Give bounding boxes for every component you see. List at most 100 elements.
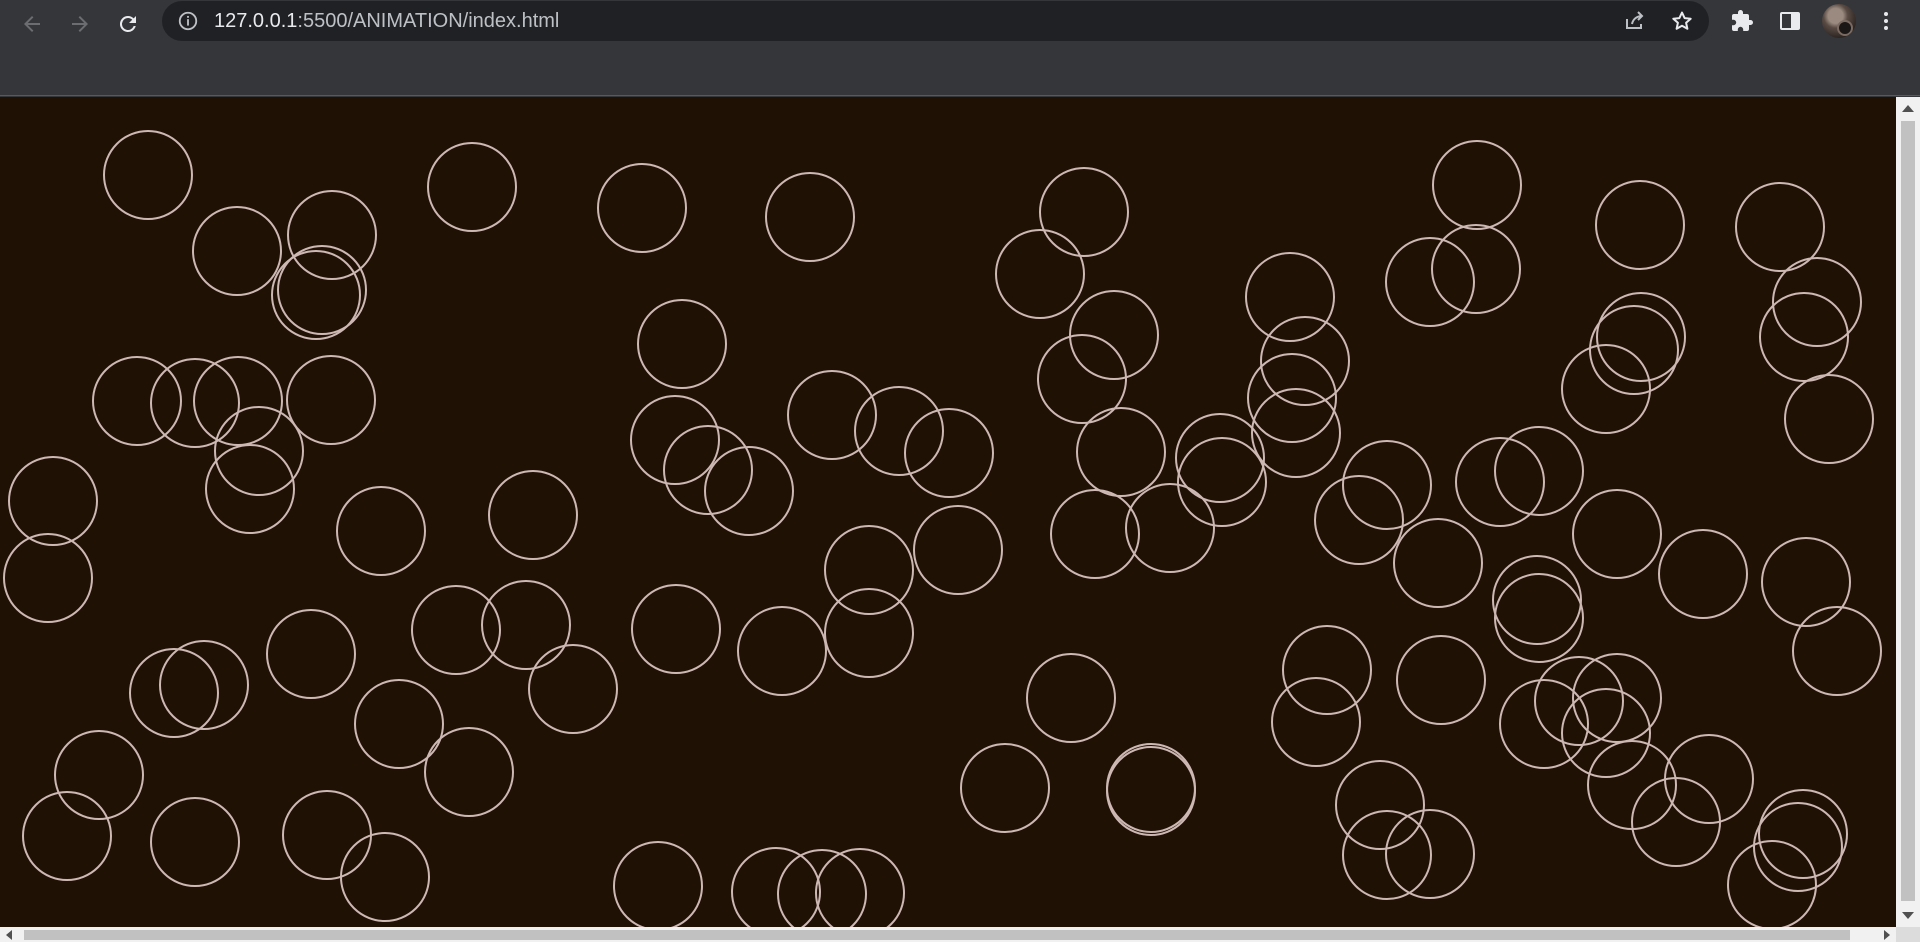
- animated-circle: [427, 142, 517, 232]
- side-panel-button[interactable]: [1776, 7, 1804, 35]
- animated-circle: [1245, 252, 1335, 342]
- animated-circle: [1595, 180, 1685, 270]
- scroll-right-icon[interactable]: [1884, 930, 1890, 940]
- animated-circle: [995, 229, 1085, 319]
- vertical-scroll-thumb[interactable]: [1901, 121, 1915, 901]
- animated-circle: [1106, 743, 1196, 833]
- animated-circle: [1026, 653, 1116, 743]
- animated-circle: [336, 486, 426, 576]
- animated-circle: [1761, 537, 1851, 627]
- animated-circle: [1759, 292, 1849, 382]
- scroll-up-icon[interactable]: [1902, 105, 1914, 112]
- animated-circle: [192, 206, 282, 296]
- horizontal-scrollbar[interactable]: [0, 927, 1896, 942]
- horizontal-scroll-thumb[interactable]: [24, 930, 1850, 940]
- address-bar[interactable]: 127.0.0.1:5500/ANIMATION/index.html: [162, 1, 1709, 41]
- animated-circle: [1727, 840, 1817, 927]
- animated-circle: [737, 606, 827, 696]
- animated-circle: [631, 584, 721, 674]
- reload-button[interactable]: [108, 4, 148, 44]
- animated-circle: [787, 370, 877, 460]
- animated-circle: [481, 580, 571, 670]
- animated-circle: [1396, 635, 1486, 725]
- animated-circle: [528, 644, 618, 734]
- animated-circle: [731, 847, 821, 927]
- animated-circle: [1492, 555, 1582, 645]
- star-icon[interactable]: [1670, 9, 1694, 33]
- menu-button[interactable]: [1872, 7, 1900, 35]
- animated-circle: [1393, 518, 1483, 608]
- arrow-right-icon: [72, 16, 88, 32]
- animated-circle: [266, 609, 356, 699]
- animated-circle: [1792, 606, 1882, 696]
- animated-circle: [597, 163, 687, 253]
- animated-circle: [1784, 374, 1874, 464]
- back-button[interactable]: [12, 4, 52, 44]
- browser-toolbar: 127.0.0.1:5500/ANIMATION/index.html: [0, 0, 1920, 96]
- animated-circle: [8, 456, 98, 546]
- animated-circle: [1271, 677, 1361, 767]
- animated-circle: [354, 679, 444, 769]
- arrow-left-icon: [24, 16, 40, 32]
- animation-canvas: [0, 97, 1896, 927]
- animated-circle: [271, 250, 361, 340]
- animated-circle: [1039, 167, 1129, 257]
- animated-circle: [1385, 237, 1475, 327]
- animated-circle: [1431, 224, 1521, 314]
- animated-circle: [1658, 529, 1748, 619]
- animated-circle: [92, 356, 182, 446]
- extensions-button[interactable]: [1728, 7, 1756, 35]
- animated-circle: [1499, 679, 1589, 769]
- animated-circle: [103, 130, 193, 220]
- animated-circle: [129, 648, 219, 738]
- side-panel-icon: [1780, 12, 1800, 30]
- animated-circle: [1106, 746, 1196, 836]
- url-path: :5500/ANIMATION/index.html: [297, 10, 560, 32]
- animated-circle: [1534, 656, 1624, 746]
- info-icon[interactable]: [177, 10, 199, 32]
- animated-circle: [704, 446, 794, 536]
- kebab-menu-icon: [1884, 12, 1888, 30]
- profile-avatar[interactable]: [1822, 4, 1856, 38]
- animated-circle: [854, 386, 944, 476]
- animated-circle: [904, 408, 994, 498]
- animated-circle: [1335, 760, 1425, 850]
- animated-circle: [1561, 688, 1651, 778]
- animated-circle: [824, 588, 914, 678]
- reload-icon: [119, 15, 136, 32]
- vertical-scrollbar[interactable]: [1896, 97, 1920, 927]
- animated-circle: [159, 640, 249, 730]
- animated-circle: [765, 172, 855, 262]
- url-text[interactable]: 127.0.0.1:5500/ANIMATION/index.html: [214, 10, 559, 33]
- animated-circle: [3, 533, 93, 623]
- animated-circle: [960, 743, 1050, 833]
- animated-circle: [637, 299, 727, 389]
- animated-circle: [1076, 407, 1166, 497]
- animated-circle: [150, 797, 240, 887]
- animated-circle: [1561, 344, 1651, 434]
- scroll-down-icon[interactable]: [1902, 912, 1914, 919]
- animated-circle: [1177, 437, 1267, 527]
- puzzle-icon: [1732, 10, 1753, 31]
- toolbar-divider: [0, 95, 1920, 96]
- animated-circle: [1572, 653, 1662, 743]
- animated-circle: [1572, 489, 1662, 579]
- url-host: 127.0.0.1: [214, 10, 298, 32]
- forward-button[interactable]: [60, 4, 100, 44]
- animated-circle: [488, 470, 578, 560]
- animated-circle: [1494, 573, 1584, 663]
- animated-circle: [913, 505, 1003, 595]
- animated-circle: [424, 727, 514, 817]
- animated-circle: [282, 790, 372, 880]
- animated-circle: [613, 841, 703, 927]
- animated-circle: [411, 585, 501, 675]
- scroll-left-icon[interactable]: [6, 930, 12, 940]
- animated-circle: [287, 190, 377, 280]
- share-icon[interactable]: [1623, 9, 1647, 33]
- circles-layer: [3, 130, 1882, 927]
- animated-circle: [1432, 140, 1522, 230]
- scrollbar-corner: [1896, 927, 1920, 942]
- animated-circle: [286, 355, 376, 445]
- animated-circle: [340, 832, 430, 922]
- animated-circle: [1282, 625, 1372, 715]
